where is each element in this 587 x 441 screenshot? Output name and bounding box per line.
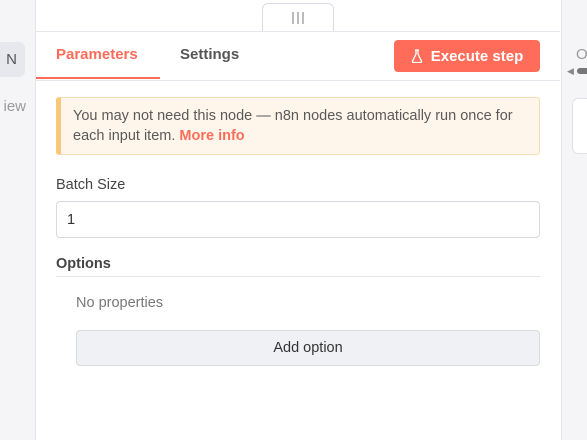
output-tab-label[interactable]: O (576, 46, 587, 63)
tab-settings[interactable]: Settings (180, 32, 239, 78)
tab-parameters[interactable]: Parameters (56, 32, 138, 78)
tab-bar: Parameters Settings Execute step (36, 32, 560, 81)
scrollbar[interactable] (577, 68, 587, 74)
batch-size-input[interactable] (56, 201, 540, 238)
info-notice: You may not need this node — n8n nodes a… (56, 97, 540, 155)
no-properties-text: No properties (76, 295, 164, 311)
input-tab-active[interactable]: N (0, 42, 25, 77)
output-panel: O ◀ (561, 0, 587, 440)
batch-size-label: Batch Size (56, 177, 126, 193)
execute-step-label: Execute step (430, 47, 524, 65)
more-info-link[interactable]: More info (179, 128, 244, 144)
flask-icon (411, 49, 422, 63)
grip-icon (292, 11, 294, 24)
notice-text: You may not need this node — n8n nodes a… (73, 108, 513, 144)
node-parameters-panel: Parameters Settings Execute step You may… (36, 31, 560, 441)
active-tab-indicator (36, 77, 160, 79)
drag-handle[interactable] (262, 3, 334, 31)
input-tab-overview[interactable]: iew (0, 98, 26, 115)
grip-icon (302, 11, 304, 24)
input-panel: N iew (0, 0, 36, 440)
grip-icon (297, 11, 299, 24)
output-card (572, 98, 587, 154)
options-divider (56, 276, 540, 277)
add-option-button[interactable]: Add option (76, 330, 540, 366)
chevron-left-icon[interactable]: ◀ (567, 66, 574, 77)
options-label: Options (56, 256, 111, 272)
execute-step-button[interactable]: Execute step (394, 40, 540, 72)
